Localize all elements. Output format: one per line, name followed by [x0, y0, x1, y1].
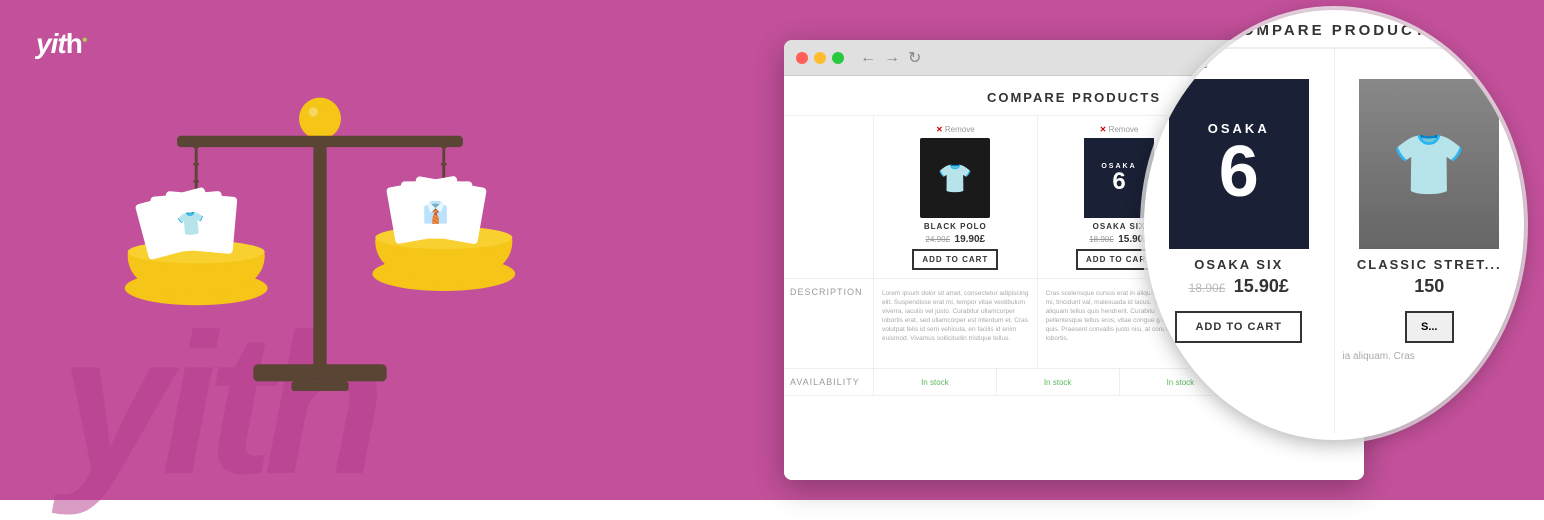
- magnified-price-1: 18.90£ 15.90£: [1152, 276, 1326, 297]
- svg-text:👔: 👔: [423, 201, 449, 225]
- remove-btn-2[interactable]: ✕ Remove: [1100, 125, 1139, 134]
- avail-2: In stock: [997, 369, 1120, 395]
- magnified-remove-2[interactable]: ✕: [1343, 57, 1517, 73]
- product-col-1: ✕ Remove 👕 BLACK POLO 24.90£ 19.90£ ADD …: [874, 116, 1038, 278]
- product-image-1: 👕: [920, 138, 990, 218]
- label-availability: AVAILABILITY: [784, 369, 874, 395]
- browser-close-dot[interactable]: [796, 52, 808, 64]
- browser-refresh-button[interactable]: ↻: [908, 48, 921, 68]
- page-background: yith● yith: [0, 0, 1544, 500]
- magnified-product-2: ✕ 👕 CLASSIC STRET... 150 S... ia aliquam…: [1335, 49, 1525, 433]
- product-name-1: BLACK POLO: [880, 222, 1031, 231]
- magnified-product-1: ✕ Remove OSAKA 6 OSAKA SIX 18.90£ 15.90£…: [1144, 49, 1335, 433]
- svg-text:👕: 👕: [176, 209, 207, 237]
- scale-illustration: 👕 👔: [80, 50, 560, 450]
- desc-1: Lorem ipsum dolor sit amet, consectetur …: [874, 279, 1038, 368]
- remove-btn-1[interactable]: ✕ Remove: [936, 125, 975, 134]
- magnified-products-row: ✕ Remove OSAKA 6 OSAKA SIX 18.90£ 15.90£…: [1144, 49, 1524, 433]
- magnified-product-name-1: OSAKA SIX: [1152, 257, 1326, 272]
- magnify-circle: COMPARE PRODUCTS ✕ Remove OSAKA 6 OSAKA …: [1144, 10, 1524, 440]
- magnified-classic-shirt: 👕: [1359, 79, 1499, 249]
- magnified-add-to-cart-button-1[interactable]: ADD TO CART: [1175, 311, 1302, 343]
- magnified-content: COMPARE PRODUCTS ✕ Remove OSAKA 6 OSAKA …: [1144, 10, 1524, 440]
- magnified-remove-1[interactable]: ✕ Remove: [1152, 57, 1326, 73]
- magnified-desc-snippet: ia aliquam. Cras: [1343, 351, 1517, 362]
- avail-1: In stock: [874, 369, 997, 395]
- browser-forward-button[interactable]: →: [884, 49, 900, 67]
- magnified-price-2: 150: [1343, 276, 1517, 297]
- browser-maximize-dot[interactable]: [832, 52, 844, 64]
- magnified-osaka-shirt: OSAKA 6: [1169, 79, 1309, 249]
- magnified-set-options-button-2[interactable]: S...: [1405, 311, 1454, 343]
- label-col-empty: [784, 116, 874, 278]
- browser-back-button[interactable]: ←: [860, 49, 876, 67]
- add-to-cart-btn-1-wrapper: ADD TO CART: [880, 245, 1031, 270]
- add-to-cart-button-1[interactable]: ADD TO CART: [912, 249, 998, 270]
- browser-minimize-dot[interactable]: [814, 52, 826, 64]
- browser-nav: ← → ↻: [860, 48, 921, 68]
- magnified-title: COMPARE PRODUCTS: [1144, 10, 1524, 49]
- magnified-product-name-2: CLASSIC STRET...: [1343, 257, 1517, 272]
- label-description: DESCRIPTION: [784, 279, 874, 368]
- product-price-1: 24.90£ 19.90£: [880, 234, 1031, 245]
